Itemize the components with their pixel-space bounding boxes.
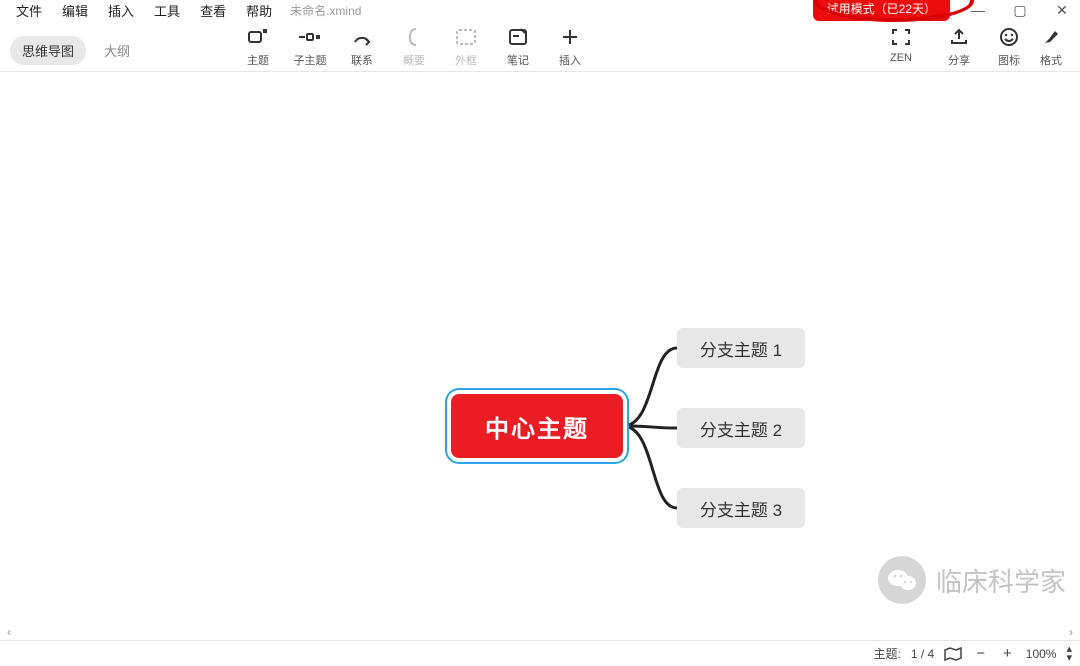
summary-icon — [388, 24, 440, 50]
toolbar: 思维导图 大纲 主题 子主题 联系 概要 — [0, 20, 1080, 72]
zoom-out[interactable]: − — [972, 645, 989, 662]
topic-count-label: 主题: — [874, 645, 901, 662]
smile-icon — [988, 24, 1030, 50]
branch-topic-1[interactable]: 分支主题 1 — [677, 328, 805, 368]
tab-outline[interactable]: 大纲 — [92, 36, 142, 65]
tool-share[interactable]: 分享 — [930, 24, 988, 68]
view-tabs: 思维导图 大纲 — [10, 36, 142, 65]
tool-group-panel: 图标 格式 — [988, 24, 1072, 68]
window-minimize[interactable]: — — [966, 2, 990, 18]
watermark-text: 临床科学家 — [936, 562, 1066, 599]
hscroll-left[interactable]: ‹ — [0, 624, 18, 640]
boundary-icon — [440, 24, 492, 50]
watermark: 临床科学家 — [878, 556, 1066, 604]
map-overview-icon[interactable] — [944, 647, 962, 661]
insert-icon — [544, 24, 596, 50]
tool-iconset[interactable]: 图标 — [988, 24, 1030, 68]
tab-mindmap[interactable]: 思维导图 — [10, 36, 86, 65]
tool-label: 主题 — [232, 52, 284, 68]
statusbar: 主题: 1 / 4 − + 100% ▴▾ — [0, 640, 1080, 666]
tool-label: 联系 — [336, 52, 388, 68]
tool-label: 子主题 — [284, 52, 336, 68]
tool-label: 格式 — [1030, 52, 1072, 68]
tool-topic[interactable]: 主题 — [232, 24, 284, 68]
branch-topic-3[interactable]: 分支主题 3 — [677, 488, 805, 528]
tool-boundary: 外框 — [440, 24, 492, 68]
canvas[interactable]: 中心主题 分支主题 1 分支主题 2 分支主题 3 临床科学家 — [0, 72, 1080, 640]
central-topic[interactable]: 中心主题 — [451, 394, 623, 458]
tool-summary: 概要 — [388, 24, 440, 68]
tool-label: ZEN — [872, 52, 930, 64]
tool-zen[interactable]: ZEN — [872, 24, 930, 64]
document-title: 未命名.xmind — [290, 2, 361, 19]
tool-label: 概要 — [388, 52, 440, 68]
tool-subtopic[interactable]: 子主题 — [284, 24, 336, 68]
hscroll-right[interactable]: › — [1062, 624, 1080, 640]
zoom-in[interactable]: + — [999, 645, 1016, 662]
tool-group-main: 主题 子主题 联系 概要 外框 — [232, 24, 596, 68]
menu-tools[interactable]: 工具 — [144, 0, 190, 22]
trial-badge[interactable]: 试用模式（已22天） — [813, 0, 950, 21]
share-icon — [930, 24, 988, 50]
topic-icon — [232, 24, 284, 50]
window-close[interactable]: ✕ — [1050, 2, 1074, 19]
tool-label: 分享 — [930, 52, 988, 68]
zen-icon — [872, 24, 930, 50]
menu-edit[interactable]: 编辑 — [52, 0, 98, 22]
window-controls: — ▢ ✕ — [966, 0, 1074, 20]
tool-insert[interactable]: 插入 — [544, 24, 596, 68]
menu-help[interactable]: 帮助 — [236, 0, 282, 22]
menu-insert[interactable]: 插入 — [98, 0, 144, 22]
topic-count: 1 / 4 — [911, 647, 934, 661]
connectors — [0, 72, 1080, 640]
tool-group-right: ZEN 分享 图标 格式 — [872, 24, 1072, 68]
menu-view[interactable]: 查看 — [190, 0, 236, 22]
menu-file[interactable]: 文件 — [6, 0, 52, 22]
tool-label: 外框 — [440, 52, 492, 68]
tool-label: 图标 — [988, 52, 1030, 68]
zoom-level[interactable]: 100% — [1026, 647, 1057, 661]
relationship-icon — [336, 24, 388, 50]
zoom-stepper-icon[interactable]: ▴▾ — [1066, 645, 1072, 663]
window-maximize[interactable]: ▢ — [1008, 2, 1032, 19]
mind-map: 中心主题 分支主题 1 分支主题 2 分支主题 3 — [0, 72, 1080, 640]
subtopic-icon — [284, 24, 336, 50]
tool-notes[interactable]: 笔记 — [492, 24, 544, 68]
branch-topic-2[interactable]: 分支主题 2 — [677, 408, 805, 448]
tool-label: 笔记 — [492, 52, 544, 68]
tool-relationship[interactable]: 联系 — [336, 24, 388, 68]
tool-format[interactable]: 格式 — [1030, 24, 1072, 68]
wechat-icon — [878, 556, 926, 604]
tool-label: 插入 — [544, 52, 596, 68]
menubar: 文件 编辑 插入 工具 查看 帮助 未命名.xmind 试用模式（已22天） —… — [0, 0, 1080, 20]
brush-icon — [1030, 24, 1072, 50]
notes-icon — [492, 24, 544, 50]
